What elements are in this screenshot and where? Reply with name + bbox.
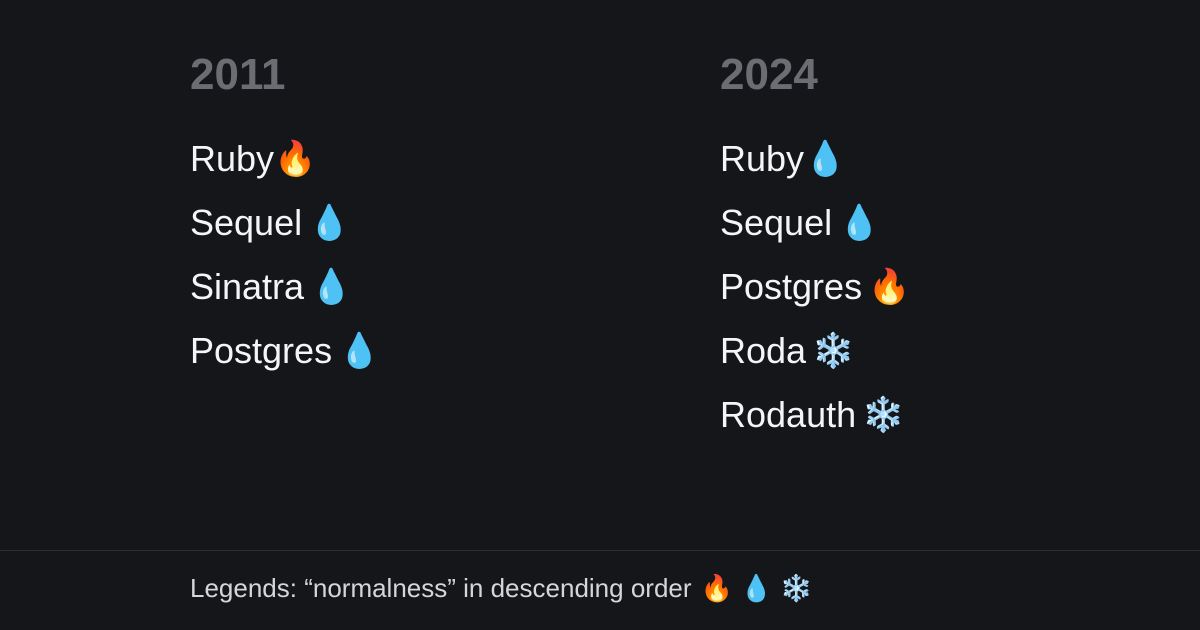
item-label: Ruby xyxy=(190,138,274,180)
comparison-slide: 2011 Ruby 🔥 Sequel 💧 Sinatra 💧 Postgres … xyxy=(0,0,1200,630)
droplet-icon: 💧 xyxy=(310,267,352,307)
list-item: Ruby 💧 xyxy=(720,138,1200,180)
item-label: Ruby xyxy=(720,138,804,180)
year-heading-left: 2011 xyxy=(190,50,670,100)
fire-icon: 🔥 xyxy=(274,139,316,179)
item-label: Sequel xyxy=(190,202,302,244)
item-label: Sequel xyxy=(720,202,832,244)
footer: Legends: “normalness” in descending orde… xyxy=(0,550,1200,630)
legend-text: Legends: “normalness” in descending orde… xyxy=(190,573,692,603)
fire-icon: 🔥 xyxy=(868,267,910,307)
list-item: Ruby 🔥 xyxy=(190,138,670,180)
year-heading-right: 2024 xyxy=(720,50,1200,100)
item-label: Sinatra xyxy=(190,266,304,308)
droplet-icon: 💧 xyxy=(804,139,846,179)
column-2024: 2024 Ruby 💧 Sequel 💧 Postgres 🔥 Roda ❄️ xyxy=(670,50,1200,530)
list-2011: Ruby 🔥 Sequel 💧 Sinatra 💧 Postgres 💧 xyxy=(190,138,670,372)
columns-wrapper: 2011 Ruby 🔥 Sequel 💧 Sinatra 💧 Postgres … xyxy=(0,0,1200,550)
list-item: Postgres 🔥 xyxy=(720,266,1200,308)
legend: Legends: “normalness” in descending orde… xyxy=(190,573,1200,604)
snowflake-icon: ❄️ xyxy=(862,395,904,435)
droplet-icon: 💧 xyxy=(338,331,380,371)
list-item: Postgres 💧 xyxy=(190,330,670,372)
item-label: Postgres xyxy=(190,330,332,372)
list-2024: Ruby 💧 Sequel 💧 Postgres 🔥 Roda ❄️ Rodau… xyxy=(720,138,1200,436)
list-item: Sinatra 💧 xyxy=(190,266,670,308)
item-label: Postgres xyxy=(720,266,862,308)
droplet-icon: 💧 xyxy=(308,203,350,243)
snowflake-icon: ❄️ xyxy=(812,331,854,371)
column-2011: 2011 Ruby 🔥 Sequel 💧 Sinatra 💧 Postgres … xyxy=(0,50,670,530)
list-item: Roda ❄️ xyxy=(720,330,1200,372)
item-label: Rodauth xyxy=(720,394,856,436)
list-item: Rodauth ❄️ xyxy=(720,394,1200,436)
list-item: Sequel 💧 xyxy=(190,202,670,244)
item-label: Roda xyxy=(720,330,806,372)
droplet-icon: 💧 xyxy=(838,203,880,243)
list-item: Sequel 💧 xyxy=(720,202,1200,244)
legend-icons: 🔥 💧 ❄️ xyxy=(701,573,813,603)
